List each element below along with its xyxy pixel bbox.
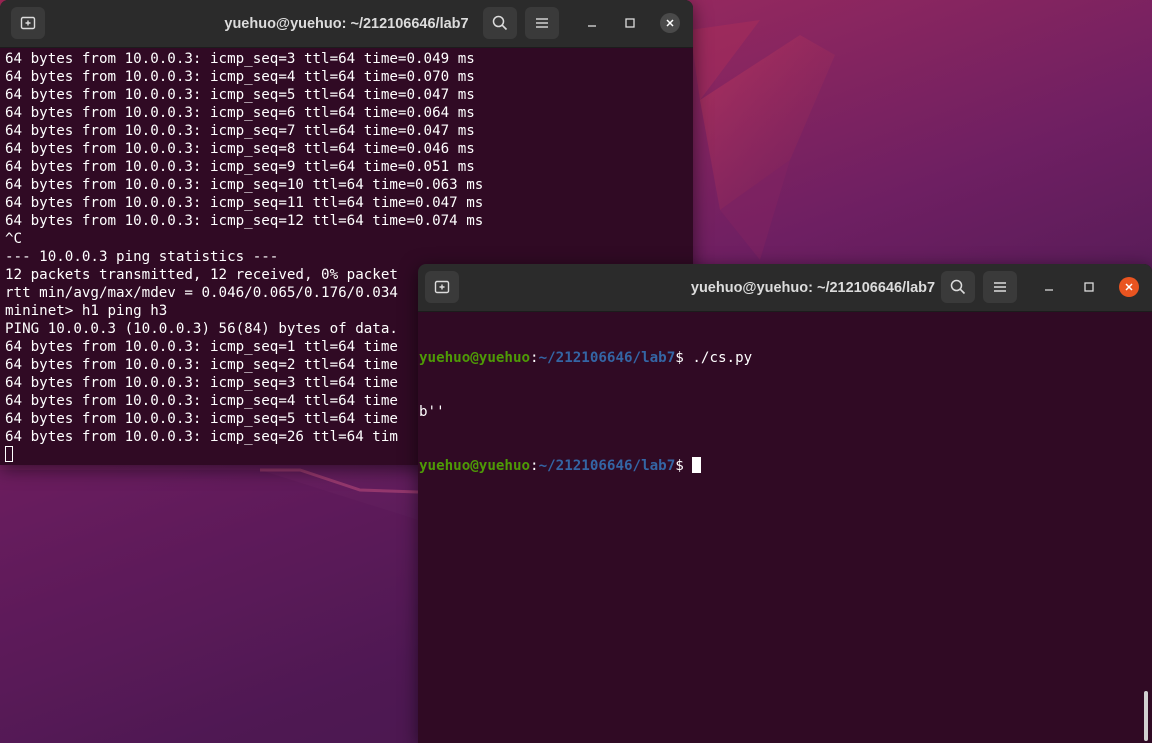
prompt-line: yuehuo@yuehuo:~/212106646/lab7$ ./cs.py (419, 349, 752, 367)
search-icon (950, 279, 966, 295)
output-line: --- 10.0.0.3 ping statistics --- (5, 249, 279, 265)
search-button[interactable] (483, 7, 517, 39)
output-line: 64 bytes from 10.0.0.3: icmp_seq=5 ttl=6… (5, 411, 398, 427)
prompt-symbol: $ (675, 458, 693, 474)
output-line: 12 packets transmitted, 12 received, 0% … (5, 267, 398, 283)
command-text: ./cs.py (692, 350, 753, 366)
maximize-icon (625, 18, 635, 28)
close-button[interactable] (654, 7, 686, 39)
search-icon (492, 15, 508, 31)
scrollbar[interactable] (1144, 691, 1148, 741)
search-button[interactable] (941, 271, 975, 303)
titlebar[interactable]: yuehuo@yuehuo: ~/212106646/lab7 (0, 0, 693, 48)
output-line: 64 bytes from 10.0.0.3: icmp_seq=26 ttl=… (5, 429, 398, 445)
prompt-user: yuehuo@yuehuo (419, 458, 531, 474)
menu-button[interactable] (983, 271, 1017, 303)
output-line: 64 bytes from 10.0.0.3: icmp_seq=4 ttl=6… (5, 69, 475, 85)
output-line: mininet> h1 ping h3 (5, 303, 168, 319)
prompt-path: ~/212106646/lab7 (538, 350, 676, 366)
output-line: 64 bytes from 10.0.0.3: icmp_seq=1 ttl=6… (5, 339, 398, 355)
output-line: ^C (5, 231, 23, 247)
minimize-icon (1045, 289, 1053, 291)
terminal-window-front[interactable]: yuehuo@yuehuo: ~/212106646/lab7 yuehuo@y… (418, 264, 1152, 743)
output-line: 64 bytes from 10.0.0.3: icmp_seq=11 ttl=… (5, 195, 484, 211)
maximize-button[interactable] (614, 7, 646, 39)
prompt-line: yuehuo@yuehuo:~/212106646/lab7$ (419, 457, 752, 475)
maximize-icon (1084, 282, 1094, 292)
output-line: 64 bytes from 10.0.0.3: icmp_seq=2 ttl=6… (5, 357, 398, 373)
output-line: 64 bytes from 10.0.0.3: icmp_seq=7 ttl=6… (5, 123, 475, 139)
new-tab-icon (20, 16, 36, 30)
minimize-icon (588, 25, 596, 27)
output-line: 64 bytes from 10.0.0.3: icmp_seq=8 ttl=6… (5, 141, 475, 157)
output-line: rtt min/avg/max/mdev = 0.046/0.065/0.176… (5, 285, 398, 301)
text-cursor (692, 457, 702, 473)
prompt-symbol: $ (675, 350, 693, 366)
prompt-user: yuehuo@yuehuo (419, 350, 531, 366)
titlebar[interactable]: yuehuo@yuehuo: ~/212106646/lab7 (418, 264, 1152, 312)
close-icon (1125, 283, 1133, 291)
terminal-output[interactable]: 64 bytes from 10.0.0.3: icmp_seq=3 ttl=6… (5, 50, 483, 464)
prompt-path: ~/212106646/lab7 (538, 458, 676, 474)
hamburger-menu-icon (994, 282, 1006, 292)
new-tab-button[interactable] (425, 271, 459, 303)
maximize-button[interactable] (1073, 271, 1105, 303)
output-line: 64 bytes from 10.0.0.3: icmp_seq=5 ttl=6… (5, 87, 475, 103)
terminal-output[interactable]: yuehuo@yuehuo:~/212106646/lab7$ ./cs.py … (419, 313, 752, 511)
hamburger-menu-icon (536, 18, 548, 28)
prompt-separator: : (530, 458, 539, 474)
output-line: 64 bytes from 10.0.0.3: icmp_seq=12 ttl=… (5, 213, 484, 229)
text-cursor (5, 446, 13, 462)
new-tab-icon (434, 280, 450, 294)
output-line: 64 bytes from 10.0.0.3: icmp_seq=3 ttl=6… (5, 51, 475, 67)
cursor-line (5, 446, 483, 464)
output-line: 64 bytes from 10.0.0.3: icmp_seq=10 ttl=… (5, 177, 484, 193)
minimize-button[interactable] (1033, 271, 1065, 303)
close-button[interactable] (1113, 271, 1145, 303)
output-line: 64 bytes from 10.0.0.3: icmp_seq=3 ttl=6… (5, 375, 398, 391)
minimize-button[interactable] (576, 7, 608, 39)
menu-button[interactable] (525, 7, 559, 39)
output-line: 64 bytes from 10.0.0.3: icmp_seq=6 ttl=6… (5, 105, 475, 121)
output-line: b'' (419, 404, 445, 420)
output-line: 64 bytes from 10.0.0.3: icmp_seq=9 ttl=6… (5, 159, 475, 175)
prompt-separator: : (530, 350, 539, 366)
new-tab-button[interactable] (11, 7, 45, 39)
output-line: PING 10.0.0.3 (10.0.0.3) 56(84) bytes of… (5, 321, 398, 337)
close-icon (666, 19, 674, 27)
output-line: 64 bytes from 10.0.0.3: icmp_seq=4 ttl=6… (5, 393, 398, 409)
